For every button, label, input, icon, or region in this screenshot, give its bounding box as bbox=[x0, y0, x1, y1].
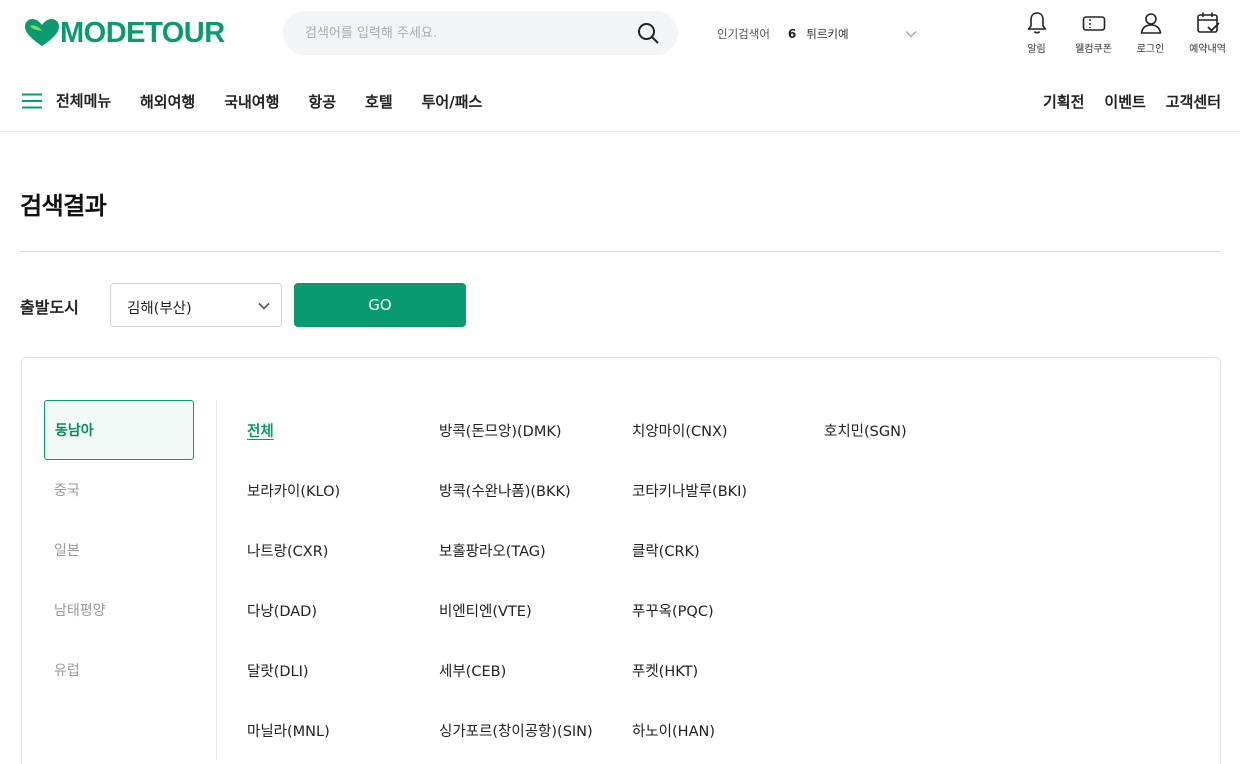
util-label: 예약내역 bbox=[1189, 44, 1226, 55]
city-item[interactable]: 하노이(HAN) bbox=[632, 700, 824, 760]
main-navigation: 전체메뉴 해외여행 국내여행 항공 호텔 투어/패스 기획전 이벤트 고객센터 bbox=[0, 70, 1240, 132]
util-label: 웰컴쿠폰 bbox=[1075, 44, 1112, 55]
gnb-flight[interactable]: 항공 bbox=[308, 91, 336, 112]
chevron-down-icon[interactable] bbox=[903, 26, 919, 42]
city-item[interactable]: 싱가포르(창이공항)(SIN) bbox=[439, 700, 632, 760]
logo-text: MODETOUR bbox=[60, 16, 225, 49]
city-grid-empty-cell bbox=[824, 520, 984, 580]
util-login[interactable]: 로그인 bbox=[1122, 10, 1179, 58]
gnb-overseas[interactable]: 해외여행 bbox=[140, 91, 195, 112]
city-item[interactable]: 치앙마이(CNX) bbox=[632, 400, 824, 460]
departure-city-label: 출발도시 bbox=[20, 298, 79, 317]
departure-city-value: 김해(부산) bbox=[127, 301, 192, 317]
city-item[interactable]: 다낭(DAD) bbox=[247, 580, 439, 640]
popular-label: 인기검색어 bbox=[717, 27, 770, 41]
city-item[interactable]: 방콕(돈므앙)(DMK) bbox=[439, 400, 632, 460]
ticket-icon bbox=[1082, 16, 1105, 31]
popular-keywords[interactable]: 인기검색어 6 튀르키예 bbox=[717, 24, 927, 44]
top-header: MODETOUR 인기검색어 6 튀르키예 알림 bbox=[0, 0, 1240, 66]
gnb-tour-pass[interactable]: 투어/패스 bbox=[422, 91, 483, 112]
all-menu-button[interactable]: 전체메뉴 bbox=[22, 90, 111, 111]
divider bbox=[216, 400, 217, 760]
logo-heart-icon bbox=[25, 19, 59, 46]
gnb-exhibition[interactable]: 기획전 bbox=[1043, 91, 1084, 112]
util-reservations[interactable]: 예약내역 bbox=[1179, 10, 1236, 58]
city-grid-empty-cell bbox=[824, 580, 984, 640]
all-menu-label: 전체메뉴 bbox=[56, 92, 112, 110]
gnb-links: 해외여행 국내여행 항공 호텔 투어/패스 bbox=[140, 91, 511, 112]
search-button[interactable] bbox=[636, 21, 660, 45]
city-item[interactable]: 방콕(수완나폼)(BKK) bbox=[439, 460, 632, 520]
search-box bbox=[283, 11, 678, 55]
gnb-event[interactable]: 이벤트 bbox=[1104, 91, 1145, 112]
go-button[interactable]: GO bbox=[294, 283, 466, 327]
city-grid-empty-cell bbox=[824, 700, 984, 760]
city-selection-panel: 동남아 중국 일본 남태평양 유럽 전체 방콕(돈므앙)(DMK) 치앙마이(CNX… bbox=[21, 357, 1221, 764]
city-grid-empty-cell bbox=[824, 460, 984, 520]
popular-term[interactable]: 튀르키예 bbox=[806, 26, 848, 42]
region-tab-south-pacific[interactable]: 남태평양 bbox=[44, 580, 194, 640]
departure-city-select[interactable]: 김해(부산) bbox=[110, 283, 282, 327]
region-list: 동남아 중국 일본 남태평양 유럽 bbox=[44, 400, 194, 700]
search-icon bbox=[638, 23, 659, 44]
util-label: 알림 bbox=[1027, 44, 1046, 55]
page-title: 검색결과 bbox=[20, 192, 107, 220]
util-notification[interactable]: 알림 bbox=[1008, 10, 1065, 58]
bell-icon bbox=[1027, 12, 1046, 34]
city-item[interactable]: 푸켓(HKT) bbox=[632, 640, 824, 700]
region-tab-japan[interactable]: 일본 bbox=[44, 520, 194, 580]
gnb-customer-center[interactable]: 고객센터 bbox=[1166, 91, 1221, 112]
city-item[interactable]: 달랏(DLI) bbox=[247, 640, 439, 700]
gnb-right-links: 기획전 이벤트 고객센터 bbox=[1023, 91, 1221, 112]
popular-rank: 6 bbox=[787, 27, 797, 41]
search-input[interactable] bbox=[305, 11, 625, 55]
user-icon bbox=[1140, 13, 1161, 34]
region-tab-china[interactable]: 중국 bbox=[44, 460, 194, 520]
city-grid-empty-cell bbox=[824, 640, 984, 700]
city-item[interactable]: 나트랑(CXR) bbox=[247, 520, 439, 580]
divider bbox=[20, 251, 1220, 252]
gnb-hotel[interactable]: 호텔 bbox=[365, 91, 393, 112]
hamburger-icon bbox=[22, 93, 42, 108]
chevron-down-icon bbox=[258, 302, 270, 310]
util-label: 로그인 bbox=[1136, 44, 1165, 55]
city-item[interactable]: 세부(CEB) bbox=[439, 640, 632, 700]
city-item[interactable]: 푸꾸옥(PQC) bbox=[632, 580, 824, 640]
utility-menu: 알림 웰컴쿠폰 로그인 예약내역 bbox=[1008, 10, 1236, 58]
city-item[interactable]: 전체 bbox=[247, 400, 439, 460]
util-welcome-coupon[interactable]: 웰컴쿠폰 bbox=[1065, 10, 1122, 58]
gnb-domestic[interactable]: 국내여행 bbox=[224, 91, 279, 112]
city-item[interactable]: 호치민(SGN) bbox=[824, 400, 984, 460]
city-item[interactable]: 코타키나발루(BKI) bbox=[632, 460, 824, 520]
region-tab-europe[interactable]: 유럽 bbox=[44, 640, 194, 700]
city-item[interactable]: 클락(CRK) bbox=[632, 520, 824, 580]
calendar-check-icon bbox=[1196, 12, 1220, 33]
region-tab-southeast-asia[interactable]: 동남아 bbox=[44, 400, 194, 460]
city-item[interactable]: 비엔티엔(VTE) bbox=[439, 580, 632, 640]
city-item[interactable]: 마닐라(MNL) bbox=[247, 700, 439, 760]
modetour-logo[interactable]: MODETOUR bbox=[24, 17, 225, 49]
city-item[interactable]: 보홀팡라오(TAG) bbox=[439, 520, 632, 580]
city-item[interactable]: 보라카이(KLO) bbox=[247, 460, 439, 520]
city-grid: 전체 방콕(돈므앙)(DMK) 치앙마이(CNX) 호치민(SGN) 보라카이(KLO)… bbox=[247, 400, 984, 760]
